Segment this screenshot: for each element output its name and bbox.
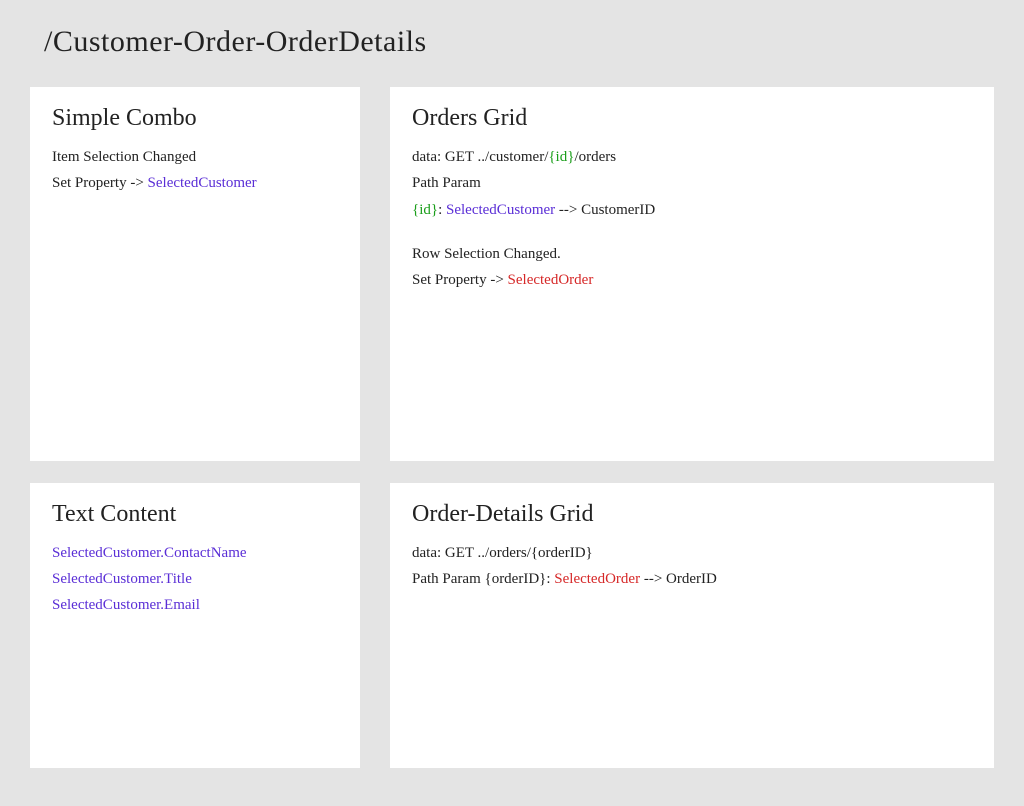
textcontent-l1: SelectedCustomer.ContactName [52,540,338,566]
card-order-details-grid: Order-Details Grid data: GET ../orders/{… [390,483,994,768]
orders-setprop-prefix: Set Property -> [412,272,508,288]
orders-pp-mid: : [438,202,446,218]
orderdetails-heading: Order-Details Grid [412,501,972,528]
orders-pp-prop: SelectedCustomer [446,202,555,218]
orderdetails-pp-prop: SelectedOrder [554,571,640,587]
orders-data-label: data: GET ../customer/ [412,149,548,165]
textcontent-l2: SelectedCustomer.Title [52,566,338,592]
textcontent-l3: SelectedCustomer.Email [52,592,338,618]
orders-pathparam-label: Path Param [412,170,972,196]
orders-pathparam-line: {id}: SelectedCustomer --> CustomerID [412,197,972,223]
textcontent-heading: Text Content [52,501,338,528]
combo-heading: Simple Combo [52,105,338,132]
orderdetails-pp-tail: --> OrderID [640,571,717,587]
orders-rowsel: Row Selection Changed. [412,241,972,267]
page-title: /Customer-Order-OrderDetails [44,25,994,59]
orders-data-id: {id} [548,149,574,165]
orders-setprop-prop: SelectedOrder [508,272,594,288]
orders-data-tail: /orders [574,149,616,165]
orders-pp-id: {id} [412,202,438,218]
combo-line2: Set Property -> SelectedCustomer [52,170,338,196]
orders-data-line: data: GET ../customer/{id}/orders [412,144,972,170]
orderdetails-pp-prefix: Path Param {orderID}: [412,571,554,587]
combo-line1: Item Selection Changed [52,144,338,170]
card-simple-combo: Simple Combo Item Selection Changed Set … [30,87,360,461]
card-orders-grid: Orders Grid data: GET ../customer/{id}/o… [390,87,994,461]
layout-grid: Simple Combo Item Selection Changed Set … [30,87,994,768]
orders-pp-tail: --> CustomerID [555,202,655,218]
combo-setprop-value: SelectedCustomer [148,175,257,191]
orderdetails-data-line: data: GET ../orders/{orderID} [412,540,972,566]
card-text-content: Text Content SelectedCustomer.ContactNam… [30,483,360,768]
orderdetails-pathparam-line: Path Param {orderID}: SelectedOrder --> … [412,566,972,592]
combo-setprop-prefix: Set Property -> [52,175,148,191]
orders-heading: Orders Grid [412,105,972,132]
orders-setprop-line: Set Property -> SelectedOrder [412,267,972,293]
